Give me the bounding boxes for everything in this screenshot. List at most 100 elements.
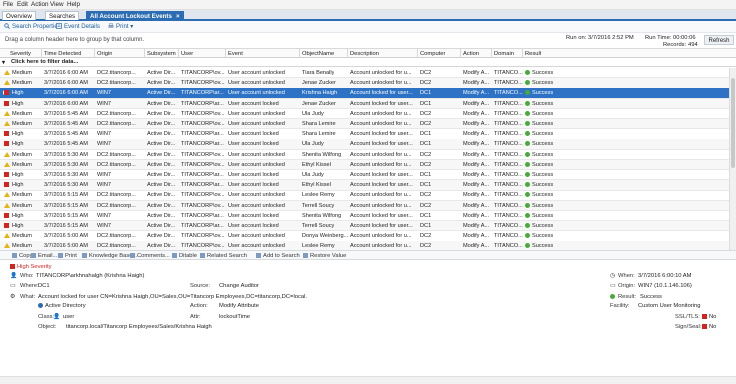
table-row[interactable]: High 3/7/2016 5:30 AM WIN7 Active Dir... TIT… [0, 170, 736, 181]
column-header-severity[interactable]: Severity [10, 51, 31, 57]
cell-result: Success [525, 233, 553, 239]
cell-domain: TITANCO... [494, 141, 523, 148]
search-icon [4, 23, 10, 29]
column-header-description[interactable]: Description [350, 51, 379, 57]
filter-row[interactable]: ▾ Click here to filter data... [0, 58, 736, 67]
table-row[interactable]: Medium 3/7/2016 5:15 AM DC2.titancorp... Ac… [0, 200, 736, 211]
action-ditable-button[interactable]: Ditable [172, 253, 197, 259]
action-label: Add to Search [263, 253, 300, 259]
table-row[interactable]: Medium 3/7/2016 5:15 AM DC2.titancorp... Ac… [0, 190, 736, 201]
refresh-button[interactable]: Refresh [704, 35, 734, 45]
class-value: user [63, 314, 75, 320]
column-header-action[interactable]: Action [463, 51, 479, 57]
cell-origin: WIN7 [97, 212, 111, 219]
cell-origin: WIN7 [97, 223, 111, 229]
action-restore-value-button[interactable]: Restore Value [303, 253, 346, 259]
where-value: DC1 [38, 283, 50, 289]
menu-help[interactable]: Help [67, 1, 80, 8]
menu-action[interactable]: Action [31, 1, 49, 8]
cell-event: User account locked [228, 131, 279, 138]
vertical-scrollbar[interactable] [729, 68, 736, 250]
table-row[interactable]: ▶High3/7/2016 6:00 AMWIN7Active Dir...TI… [0, 88, 736, 99]
column-header-computer[interactable]: Computer [420, 51, 445, 57]
result-text: Success [532, 192, 554, 199]
menu-file[interactable]: File [3, 1, 13, 8]
warning-icon [4, 80, 10, 86]
action-bar: Copy Email... Print Knowledge Base... Commen… [0, 250, 736, 260]
search-properties-button[interactable]: Search Properties [4, 23, 61, 30]
table-row[interactable]: High 3/7/2016 5:15 AM WIN7 Active Dir... TIT… [0, 211, 736, 222]
event-details-button[interactable]: Event Details [56, 23, 100, 30]
high-severity-icon [4, 131, 9, 137]
cell-domain: TITANCO... [494, 172, 523, 178]
sign-value: No [702, 324, 716, 330]
cell-action: Modify A... [463, 80, 490, 87]
attr-value: lockoutTime [219, 314, 251, 320]
action-email-button[interactable]: Email... [31, 253, 57, 259]
table-row[interactable]: Medium 3/7/2016 5:30 AM DC2.titancorp... Ac… [0, 150, 736, 160]
table-row[interactable]: Medium 3/7/2016 5:00 AM DC2.titancorp... Ac… [0, 231, 736, 242]
cell-domain: TITANCO... [494, 80, 523, 87]
column-header-result[interactable]: Result [525, 51, 541, 57]
cell-severity: Medium [12, 80, 32, 87]
cell-severity: Medium [12, 121, 32, 127]
warning-icon [4, 192, 10, 198]
column-header-event[interactable]: Event [228, 51, 243, 57]
success-icon [525, 243, 530, 249]
cell-computer: DC2 [420, 70, 432, 76]
success-icon [525, 131, 530, 137]
action-related-search-button[interactable]: Related Search [200, 253, 247, 259]
cell-objectname: Ula Judy [302, 110, 324, 117]
success-icon [525, 121, 530, 126]
ssl-off-icon [702, 314, 707, 319]
action-print-button[interactable]: Print [58, 253, 77, 259]
cell-result: Success [525, 243, 553, 249]
action-add-to-search-button[interactable]: Add to Search [256, 253, 300, 259]
cell-origin: DC2.titancorp... [97, 243, 136, 250]
table-row[interactable]: Medium 3/7/2016 5:30 AM DC2.titancorp... Ac… [0, 159, 736, 171]
tab-searches[interactable]: Searches [45, 11, 80, 20]
table-row[interactable]: High 3/7/2016 5:30 AM WIN7 Active Dir... TIT… [0, 180, 736, 191]
column-header-time-detected[interactable]: Time Detected [44, 51, 81, 57]
cell-result: Success [525, 90, 553, 96]
column-header-user[interactable]: User [181, 51, 193, 57]
column-header-objectname[interactable]: ObjectName [302, 51, 334, 57]
menu-edit[interactable]: Edit [17, 1, 28, 8]
column-header-origin[interactable]: Origin [97, 51, 112, 57]
close-icon[interactable]: × [176, 13, 180, 20]
result-text: Success [532, 151, 554, 158]
column-header-domain[interactable]: Domain [494, 51, 514, 57]
source-label: Source: [190, 283, 210, 289]
add-to-search-icon [256, 253, 261, 258]
what-value: Account locked for user CN=Krishna Haigh… [38, 294, 307, 300]
table-row[interactable]: Medium 3/7/2016 5:45 AM DC2.titancorp... Ac… [0, 109, 736, 120]
horizontal-scrollbar[interactable] [0, 376, 736, 384]
table-row[interactable]: Medium 3/7/2016 6:00 AM DC2.titancorp... Ac… [0, 78, 736, 89]
subsystem-text: Active Directory [45, 303, 86, 309]
cell-severity: Medium [12, 233, 32, 240]
print-button[interactable]: Print ▾ [108, 23, 133, 30]
cell-origin: WIN7 [97, 90, 111, 97]
cell-severity: High [12, 223, 24, 229]
result-text: Success [532, 233, 554, 240]
table-row[interactable]: High 3/7/2016 6:00 AM WIN7 Active Dir... TIT… [0, 98, 736, 109]
table-row[interactable]: High 3/7/2016 5:45 AM WIN7 Active Dir... TIT… [0, 139, 736, 150]
scroll-thumb[interactable] [731, 78, 735, 168]
column-header-subsystem[interactable]: Subsystem [147, 51, 176, 57]
action-comments-button[interactable]: Comments... [130, 253, 170, 259]
table-row[interactable]: Medium 3/7/2016 5:45 AM DC2.titancorp... Ac… [0, 119, 736, 130]
table-row[interactable]: High 3/7/2016 5:45 AM WIN7 Active Dir... TIT… [0, 129, 736, 140]
cell-computer: DC1 [420, 223, 432, 229]
high-severity-icon [4, 182, 9, 188]
action-copy-button[interactable]: Copy [12, 253, 33, 259]
result-text: Success [532, 121, 554, 127]
ssl-label: SSL/TLS: [675, 314, 700, 320]
result-text: Success [532, 161, 554, 168]
table-row[interactable]: High 3/7/2016 5:15 AM WIN7 Active Dir... TIT… [0, 221, 736, 232]
menu-view[interactable]: View [50, 1, 64, 8]
table-row[interactable]: Medium 3/7/2016 6:00 AM DC2.titancorp... Ac… [0, 68, 736, 79]
tab-all-account-lockout-events[interactable]: All Account Lockout Events × [86, 11, 184, 20]
tab-overview[interactable]: Overview [2, 11, 36, 20]
cell-user: TITANCORP\ov... [181, 70, 225, 76]
cell-user: TITANCORP\ov... [181, 161, 225, 168]
